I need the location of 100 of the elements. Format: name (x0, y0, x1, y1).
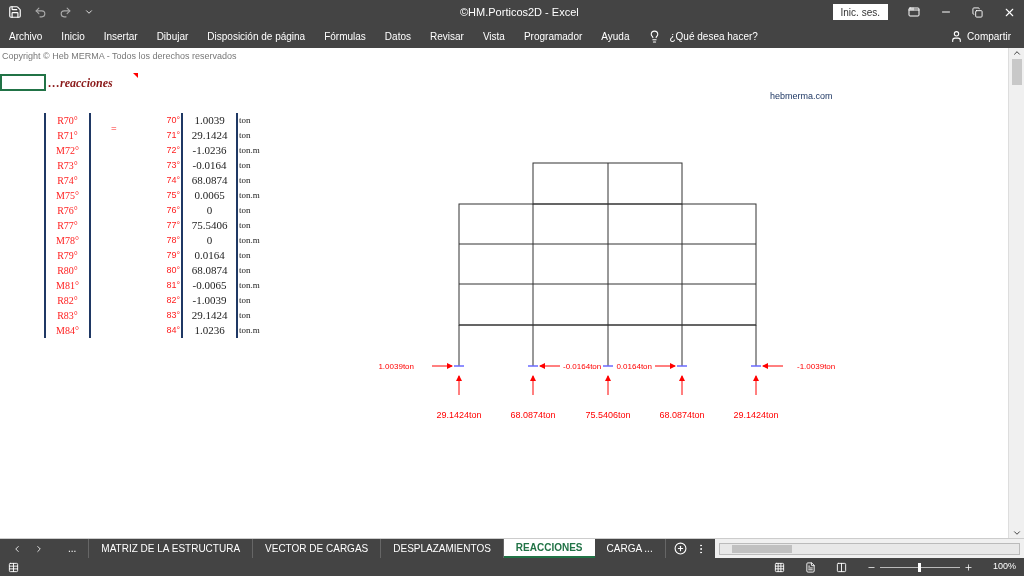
restore-icon[interactable] (972, 6, 983, 18)
reaction-label: R83° (56, 308, 79, 323)
reaction-label: M78° (55, 233, 80, 248)
horizontal-scrollbar[interactable] (718, 542, 1020, 555)
reaction-value: 29.1424 (190, 127, 229, 143)
ribbon-tab[interactable]: Inicio (61, 28, 85, 44)
unit-text: ton (239, 308, 252, 322)
reaction-value: 0 (205, 232, 214, 248)
reaction-value: 0.0065 (193, 187, 226, 203)
ribbon-tab[interactable]: Dibujar (156, 28, 189, 44)
unit-text: ton (239, 173, 252, 187)
unit-text: ton.m (239, 188, 260, 202)
sheet-tab[interactable]: ... (56, 539, 90, 558)
reaction-label: M75° (55, 188, 80, 203)
ribbon-tab[interactable]: Revisar (429, 28, 464, 44)
arrow-icon (654, 363, 676, 369)
unit-text: ton (239, 218, 252, 232)
reaction-label: 75.5406ton (585, 410, 631, 420)
arrow-icon (530, 375, 536, 396)
unit-text: ton (239, 113, 252, 127)
reaction-label: R71° (56, 128, 79, 143)
sheet-heading: …reacciones (48, 74, 113, 92)
ribbon-tab[interactable]: Datos (384, 28, 411, 44)
ribbon-tab[interactable]: Fórmulas (324, 28, 366, 44)
ribbon-tab[interactable]: Insertar (103, 28, 138, 44)
reaction-value: -1.0039 (191, 292, 228, 308)
sheet-tab[interactable]: REACCIONES (503, 539, 595, 558)
row-index: 74° (166, 173, 180, 187)
row-index: 80° (166, 263, 180, 277)
unit-text: ton (239, 128, 252, 142)
reaction-label: M81° (55, 278, 80, 293)
scroll-thumb[interactable] (1011, 59, 1022, 85)
tell-me-field[interactable]: ¿Qué desea hacer? (669, 28, 758, 44)
sheet-tab[interactable]: DESPLAZAMIENTOS (381, 539, 504, 558)
reaction-label: 1.0039ton (378, 362, 414, 371)
row-index: 76° (166, 203, 180, 217)
reaction-label: 29.1424ton (733, 410, 779, 420)
reaction-value: -0.0065 (191, 277, 228, 293)
reaction-label: -1.0039ton (797, 362, 836, 371)
ribbon-tab[interactable]: Ayuda (601, 28, 630, 44)
reaction-value: 1.0039 (193, 112, 226, 128)
add-sheet-icon[interactable] (673, 542, 687, 555)
selected-cell[interactable] (0, 74, 46, 91)
normal-view-icon[interactable] (773, 561, 785, 573)
ribbon-tab[interactable]: Vista (482, 28, 505, 44)
reaction-label: R70° (56, 113, 79, 128)
reaction-value: -0.0164 (191, 157, 228, 173)
reaction-label: R79° (56, 248, 79, 263)
reaction-label: 29.1424ton (436, 410, 482, 420)
scroll-down-icon[interactable] (1011, 528, 1022, 538)
zoom-in-icon[interactable] (963, 562, 973, 572)
ribbon-tab[interactable]: Archivo (9, 28, 43, 44)
reaction-label: R76° (56, 203, 79, 218)
vertical-scrollbar[interactable] (1008, 48, 1024, 538)
unit-text: ton (239, 158, 252, 172)
reaction-value: 1.0236 (193, 322, 226, 338)
row-index: 78° (166, 233, 180, 247)
page-layout-icon[interactable] (804, 561, 816, 573)
user-icon[interactable] (950, 29, 964, 43)
save-icon[interactable] (8, 5, 22, 19)
ribbon-tab[interactable]: Disposición de página (207, 28, 306, 44)
row-index: 83° (166, 308, 180, 322)
previous-sheet-icon[interactable] (12, 543, 22, 554)
row-index: 72° (166, 143, 180, 157)
equals-sign: = (111, 121, 117, 136)
row-index: 79° (166, 248, 180, 262)
copyright-text: Copyright © Heb MERMA - Todos los derechos reservados (1, 50, 238, 63)
unit-text: ton (239, 263, 252, 277)
reaction-label: R80° (56, 263, 79, 278)
ribbon-tab[interactable]: Programador (523, 28, 583, 44)
reaction-label: R73° (56, 158, 79, 173)
page-break-icon[interactable] (835, 561, 847, 573)
row-index: 81° (166, 278, 180, 292)
customize-icon[interactable] (84, 7, 94, 17)
zoom-level[interactable]: 100% (992, 560, 1016, 574)
scroll-up-icon[interactable] (1011, 48, 1022, 58)
macro-icon[interactable] (8, 561, 19, 573)
share-button[interactable]: Compartir (967, 28, 1011, 44)
reaction-label: 0.0164ton (616, 362, 652, 371)
arrow-icon (762, 363, 784, 369)
next-sheet-icon[interactable] (34, 543, 44, 554)
window-title: ©HM.Porticos2D - Excel (460, 4, 579, 20)
reaction-label: R82° (56, 293, 79, 308)
sign-in-button[interactable]: Inic. ses. (832, 4, 888, 20)
unit-text: ton.m (239, 323, 260, 337)
unit-text: ton (239, 248, 252, 262)
unit-text: ton.m (239, 278, 260, 292)
reaction-label: M72° (55, 143, 80, 158)
reaction-label: -0.0164ton (563, 362, 602, 371)
zoom-slider-thumb[interactable] (918, 562, 922, 572)
reaction-value: 68.0874 (190, 172, 229, 188)
sheet-tab[interactable]: CARGA ... (594, 539, 666, 558)
undo-icon[interactable] (34, 5, 47, 19)
sheet-tab[interactable]: MATRIZ DE LA ESTRUCTURA (89, 539, 254, 558)
ribbon-display-icon[interactable] (908, 6, 920, 18)
row-index: 70° (166, 113, 180, 127)
reaction-label: R74° (56, 173, 79, 188)
reaction-label: R77° (56, 218, 79, 233)
redo-icon[interactable] (59, 5, 72, 19)
sheet-tab[interactable]: VECTOR DE CARGAS (253, 539, 382, 558)
